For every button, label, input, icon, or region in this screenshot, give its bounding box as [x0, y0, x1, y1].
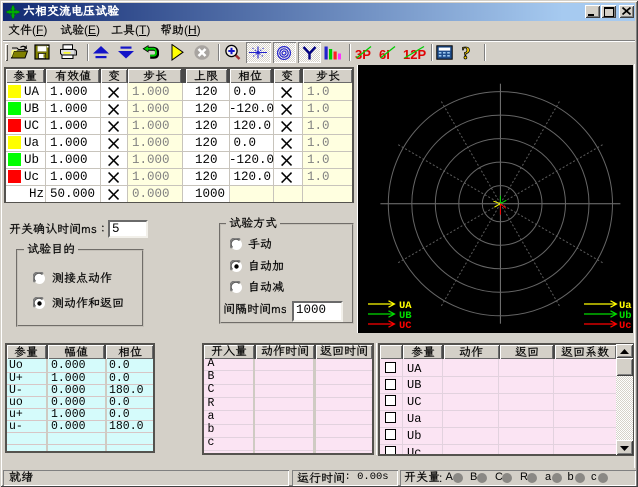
svg-text:UC: UC: [399, 320, 412, 332]
svg-text:Uc: Uc: [619, 320, 632, 332]
